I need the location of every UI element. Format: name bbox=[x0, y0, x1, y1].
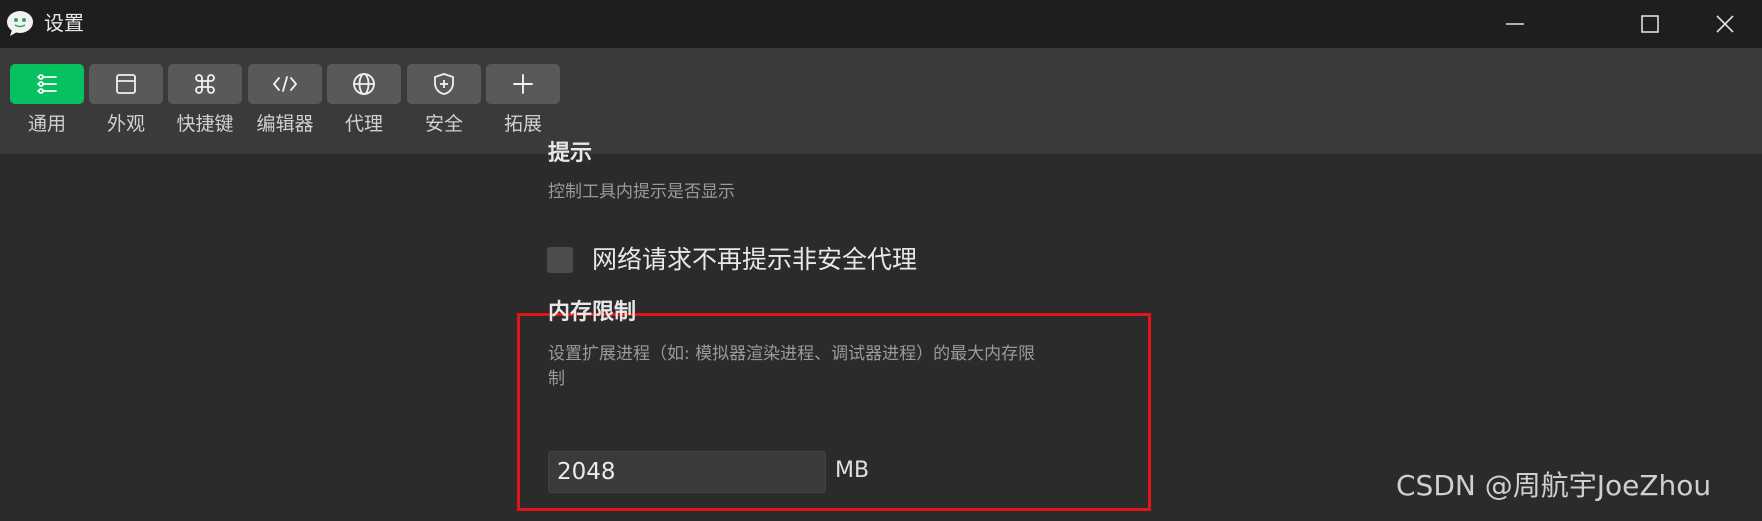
title-bar: 设置 bbox=[0, 0, 1762, 48]
sliders-icon bbox=[37, 74, 57, 94]
close-icon bbox=[1716, 15, 1734, 33]
tips-section-description: 控制工具内提示是否显示 bbox=[548, 182, 735, 202]
minimize-icon bbox=[1506, 23, 1524, 25]
tab-editor[interactable]: 编辑器 bbox=[248, 64, 324, 144]
memory-limit-title: 内存限制 bbox=[548, 300, 637, 325]
globe-icon bbox=[353, 73, 375, 95]
tab-shortcuts[interactable]: 快捷键 bbox=[168, 64, 244, 144]
wechat-chat-bubble-icon bbox=[6, 9, 36, 37]
window-title: 设置 bbox=[44, 11, 84, 35]
tab-appearance-label: 外观 bbox=[106, 113, 145, 135]
settings-toolbar: 通用 外观 快捷键 编辑器 代理 安全 拓展 bbox=[0, 48, 1762, 154]
memory-limit-unit: MB bbox=[835, 458, 870, 483]
tab-proxy[interactable]: 代理 bbox=[327, 64, 403, 144]
settings-content: 提示 控制工具内提示是否显示 网络请求不再提示非安全代理 内存限制 设置扩展进程… bbox=[0, 141, 1762, 521]
tab-general[interactable]: 通用 bbox=[10, 64, 86, 144]
tab-security[interactable]: 安全 bbox=[407, 64, 483, 144]
tab-extensions[interactable]: 拓展 bbox=[486, 64, 562, 144]
tab-extensions-label: 拓展 bbox=[503, 113, 542, 135]
tab-security-button[interactable] bbox=[407, 64, 481, 104]
maximize-icon bbox=[1641, 15, 1659, 33]
memory-limit-description: 设置扩展进程（如: 模拟器渲染进程、调试器进程）的最大内存限 bbox=[548, 344, 1036, 364]
tab-shortcuts-button[interactable] bbox=[168, 64, 242, 104]
close-button[interactable] bbox=[1680, 0, 1762, 48]
insecure-proxy-checkbox-label[interactable]: 网络请求不再提示非安全代理 bbox=[592, 244, 917, 276]
tab-editor-button[interactable] bbox=[248, 64, 322, 104]
tab-proxy-label: 代理 bbox=[344, 113, 383, 135]
plus-icon bbox=[513, 74, 533, 94]
insecure-proxy-checkbox[interactable] bbox=[547, 247, 573, 273]
tips-section-title: 提示 bbox=[548, 141, 593, 166]
tab-general-button[interactable] bbox=[10, 64, 84, 104]
tab-security-label: 安全 bbox=[424, 113, 463, 135]
tab-shortcuts-label: 快捷键 bbox=[176, 113, 234, 135]
command-key-icon bbox=[195, 74, 215, 94]
watermark-text: CSDN @周航宇JoeZhou bbox=[1396, 469, 1712, 502]
tab-general-label: 通用 bbox=[27, 113, 66, 135]
shield-plus-icon bbox=[434, 73, 454, 95]
minimize-button[interactable] bbox=[1470, 0, 1560, 48]
tab-proxy-button[interactable] bbox=[327, 64, 401, 104]
memory-limit-description-continued: 制 bbox=[548, 369, 565, 389]
memory-limit-input[interactable] bbox=[548, 451, 826, 493]
code-brackets-icon bbox=[272, 76, 298, 92]
tab-appearance-button[interactable] bbox=[89, 64, 163, 104]
window-layout-icon bbox=[116, 74, 136, 94]
tab-editor-label: 编辑器 bbox=[256, 113, 314, 135]
tab-extensions-button[interactable] bbox=[486, 64, 560, 104]
tab-appearance[interactable]: 外观 bbox=[89, 64, 165, 144]
